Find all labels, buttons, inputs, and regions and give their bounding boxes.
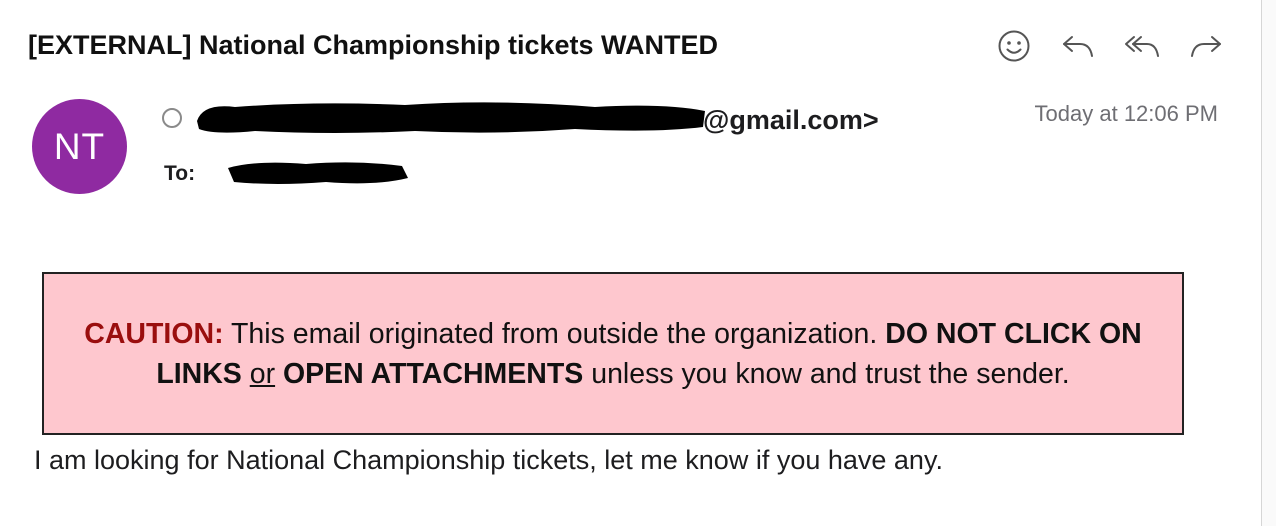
avatar-initials: NT [53,125,106,167]
sender-address: @gmail.com> [703,105,879,135]
reply-all-icon[interactable] [1122,26,1162,66]
sender-line[interactable]: @gmail.com> [195,101,915,137]
caution-text-1: This email originated from outside the o… [223,317,886,350]
external-caution-banner: CAUTION: This email originated from outs… [42,272,1184,435]
scrollbar-track[interactable] [1261,0,1276,526]
caution-text-2: unless you know and trust the sender. [583,357,1070,390]
reply-icon[interactable] [1058,26,1098,66]
status-circle-icon [162,108,182,128]
redaction-mark-recipient [228,162,408,184]
email-subject: [EXTERNAL] National Championship tickets… [28,30,719,60]
message-date: Today at 12:06 PM [1034,101,1218,126]
forward-icon[interactable] [1186,26,1226,66]
redaction-mark [197,102,705,133]
caution-label: CAUTION: [84,317,224,350]
email-body: I am looking for National Championship t… [34,445,943,475]
message-toolbar [992,26,1232,66]
caution-bold-2: OPEN ATTACHMENTS [283,357,584,390]
smiley-icon[interactable] [994,26,1034,66]
sender-avatar: NT [32,99,127,194]
email-view: [EXTERNAL] National Championship tickets… [0,0,1276,526]
caution-message: CAUTION: This email originated from outs… [68,314,1158,394]
caution-connector: or [249,357,276,390]
to-label: To: [164,162,196,185]
